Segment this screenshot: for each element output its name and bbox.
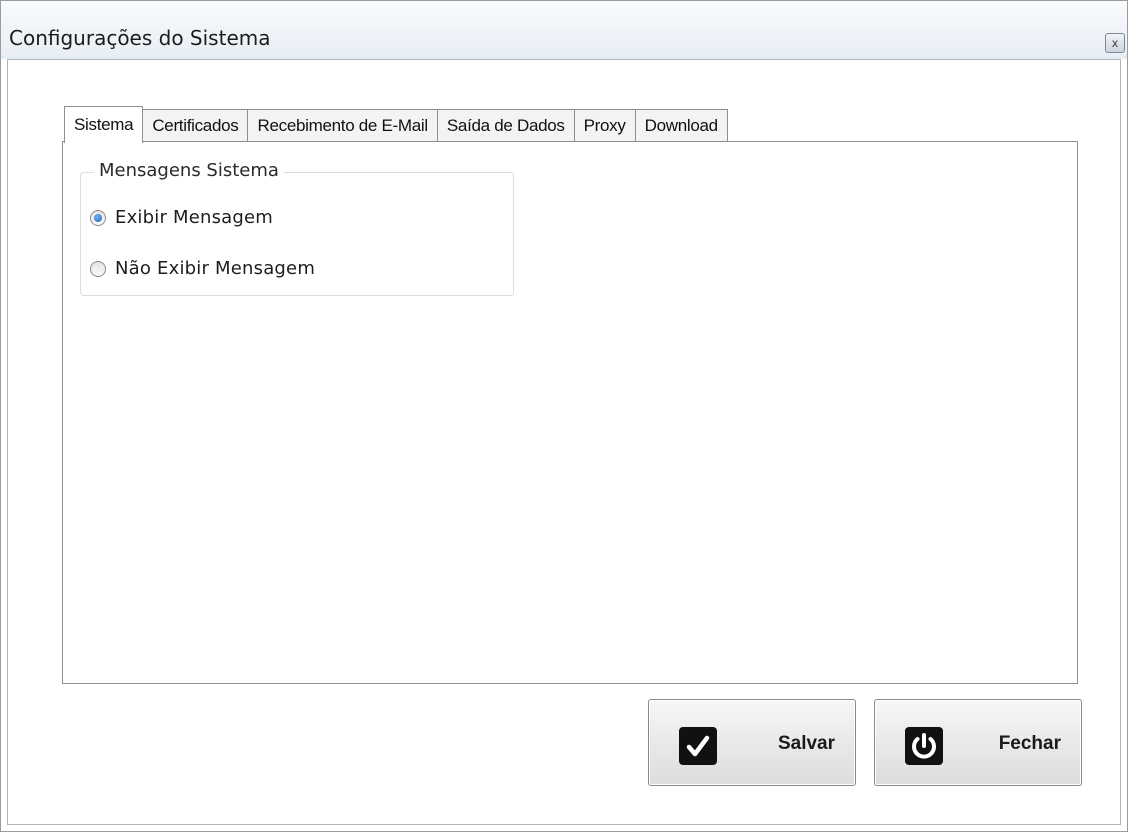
close-window-button[interactable]: x — [1105, 33, 1125, 53]
close-button[interactable]: Fechar — [874, 699, 1082, 786]
save-button[interactable]: Salvar — [648, 699, 856, 786]
close-button-label: Fechar — [998, 733, 1061, 754]
radio-nao-exibir-mensagem[interactable]: Não Exibir Mensagem — [90, 258, 315, 279]
radio-selected-dot — [94, 213, 102, 222]
window-title: Configurações do Sistema — [9, 26, 271, 50]
radio-label-nao-exibir[interactable]: Não Exibir Mensagem — [115, 258, 315, 279]
close-icon: x — [1112, 36, 1118, 50]
radio-button-checked[interactable] — [90, 209, 106, 226]
radio-label-exibir[interactable]: Exibir Mensagem — [115, 207, 273, 228]
tab-certificados[interactable]: Certificados — [142, 109, 249, 142]
tab-proxy[interactable]: Proxy — [573, 109, 636, 142]
title-bar: Configurações do Sistema x — [1, 1, 1127, 59]
checkmark-icon — [679, 727, 717, 765]
tab-download[interactable]: Download — [634, 109, 728, 142]
tab-sistema[interactable]: Sistema — [64, 106, 144, 143]
radio-button-unchecked[interactable] — [90, 260, 106, 277]
tab-saida-dados[interactable]: Saída de Dados — [436, 109, 575, 142]
messages-group-title: Mensagens Sistema — [94, 160, 284, 181]
tab-strip: Sistema Certificados Recebimento de E-Ma… — [64, 106, 728, 143]
save-button-label: Salvar — [777, 733, 835, 754]
tab-recebimento-email[interactable]: Recebimento de E-Mail — [247, 109, 438, 142]
power-icon — [905, 727, 943, 765]
radio-exibir-mensagem[interactable]: Exibir Mensagem — [90, 207, 273, 228]
